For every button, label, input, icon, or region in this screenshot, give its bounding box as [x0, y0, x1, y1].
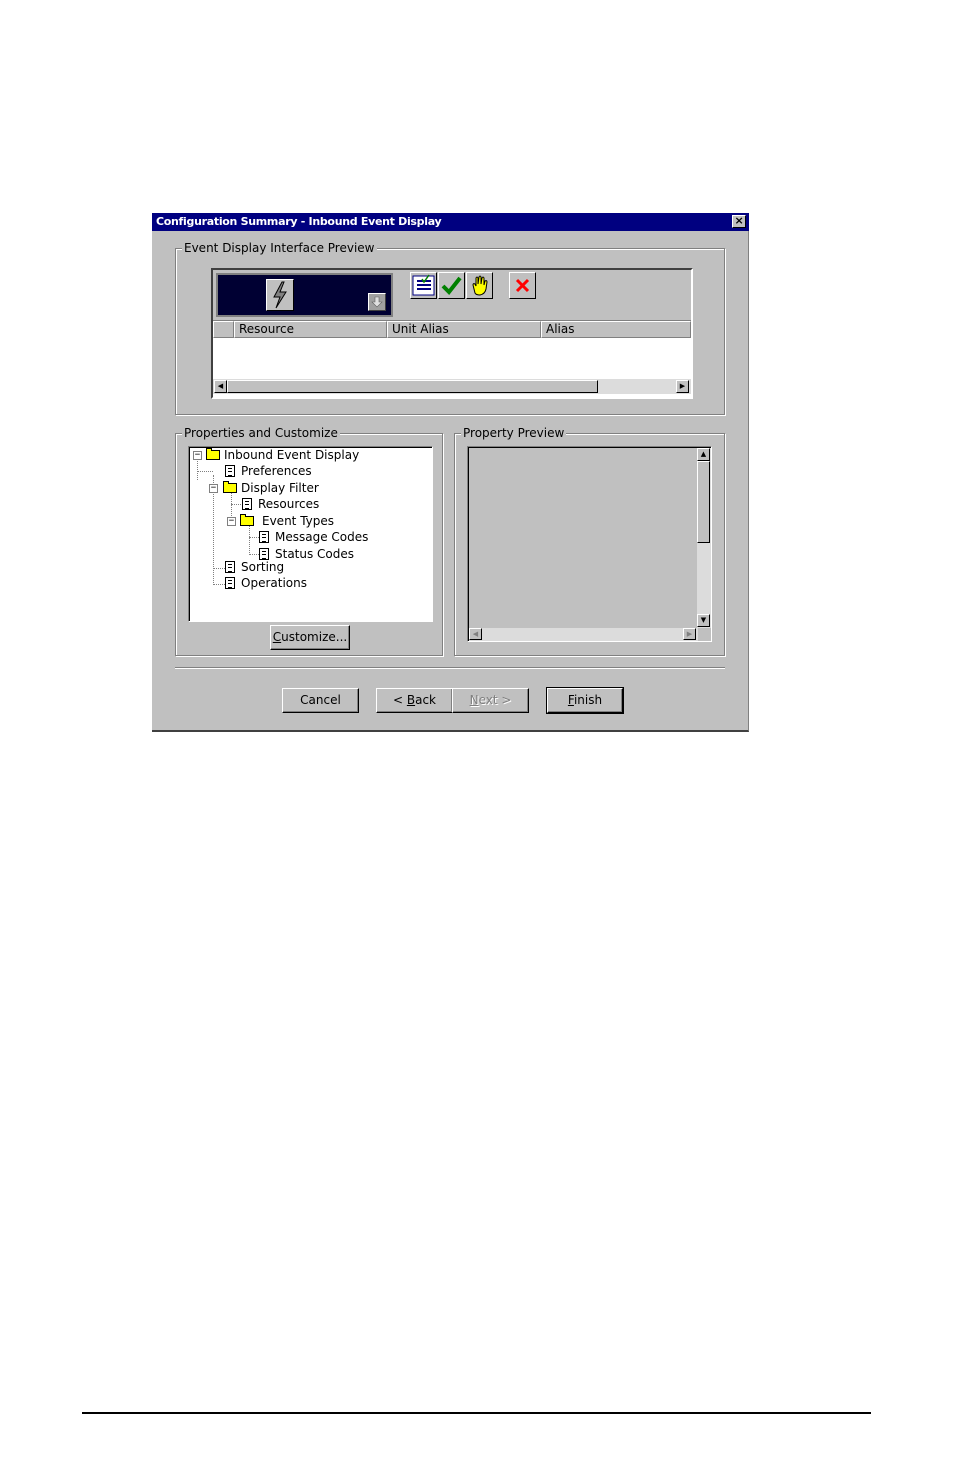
separator [175, 667, 725, 669]
delete-x-icon[interactable] [509, 272, 536, 299]
collapse-inbound-event-display-icon[interactable]: − [193, 451, 202, 460]
folder-icon [223, 481, 237, 493]
vertical-scroll-thumb[interactable] [697, 461, 710, 543]
lightning-icon[interactable] [266, 279, 294, 311]
back-button[interactable]: < Back [376, 688, 453, 713]
preview-banner [216, 273, 393, 317]
back-hotkey: B [406, 693, 416, 707]
event-display-preview-group: Event Display Interface Preview Resource… [175, 241, 725, 415]
cancel-button[interactable]: Cancel [282, 688, 359, 713]
next-hotkey: N [469, 693, 479, 707]
scroll-right-icon[interactable]: ▶ [676, 380, 689, 393]
tree-line [197, 471, 213, 472]
tree-line [249, 537, 259, 538]
scroll-down-icon[interactable]: ▼ [697, 614, 710, 627]
next-label: ext > [478, 693, 512, 707]
column-header-alias[interactable]: Alias [541, 321, 691, 338]
column-header-resource[interactable]: Resource [234, 321, 387, 338]
document-icon [242, 498, 252, 510]
tree-line [249, 554, 259, 555]
customize-hotkey: C [272, 630, 282, 644]
page-footer-rule [82, 1412, 871, 1414]
back-arrow: < [392, 693, 407, 707]
document-icon [259, 531, 269, 543]
property-preview-pane[interactable]: ▲ ▼ ◀ ▶ [467, 446, 712, 642]
back-label: ack [415, 693, 436, 707]
title-bar[interactable]: Configuration Summary - Inbound Event Di… [152, 213, 749, 231]
hand-icon[interactable] [466, 272, 493, 299]
preview-frame: Resource Unit Alias Alias ◀ ▶ [211, 268, 693, 399]
tree-line [213, 568, 225, 569]
tree-line [249, 525, 250, 555]
configuration-summary-dialog: Configuration Summary - Inbound Event Di… [152, 213, 749, 732]
horizontal-scroll-thumb[interactable] [227, 380, 598, 393]
property-tree[interactable]: − − − Inbound Event Display Preferences … [188, 446, 433, 622]
property-preview-group: Property Preview ▲ ▼ ◀ ▶ [454, 426, 725, 656]
finish-label: inish [573, 693, 603, 707]
document-icon [225, 561, 235, 573]
window-title: Configuration Summary - Inbound Event Di… [156, 215, 442, 228]
property-preview-label: Property Preview [461, 426, 567, 440]
preview-scroll-left-icon[interactable]: ◀ [469, 628, 482, 640]
customize-label: ustomize... [281, 630, 348, 644]
arrow-down-icon[interactable] [368, 293, 386, 311]
preview-scroll-right-icon[interactable]: ▶ [683, 628, 696, 640]
next-button[interactable]: Next > [452, 688, 529, 713]
properties-customize-label: Properties and Customize [182, 426, 340, 440]
customize-button[interactable]: Customize... [270, 625, 350, 650]
column-header-blank[interactable] [213, 321, 234, 338]
column-header-unit-alias[interactable]: Unit Alias [387, 321, 541, 338]
scroll-up-icon[interactable]: ▲ [697, 448, 710, 461]
document-icon [225, 465, 235, 477]
checkmark-icon[interactable] [438, 272, 465, 299]
document-icon [225, 577, 235, 589]
tree-line [197, 459, 198, 480]
cancel-label: Cancel [300, 693, 341, 707]
scroll-left-icon[interactable]: ◀ [214, 380, 227, 393]
folder-icon [240, 514, 254, 526]
finish-button[interactable]: Finish [546, 687, 624, 714]
list-check-icon[interactable] [410, 272, 437, 299]
folder-icon [206, 448, 220, 460]
preview-horizontal-scrollbar[interactable] [469, 628, 698, 641]
collapse-display-filter-icon[interactable]: − [209, 484, 218, 493]
event-display-preview-label: Event Display Interface Preview [182, 241, 377, 255]
tree-line [213, 584, 225, 585]
properties-customize-group: Properties and Customize − − − Inbound E… [175, 426, 443, 656]
resource-list[interactable]: Resource Unit Alias Alias ◀ ▶ [213, 320, 691, 397]
close-icon[interactable]: × [732, 215, 746, 228]
collapse-event-types-icon[interactable]: − [227, 517, 236, 526]
